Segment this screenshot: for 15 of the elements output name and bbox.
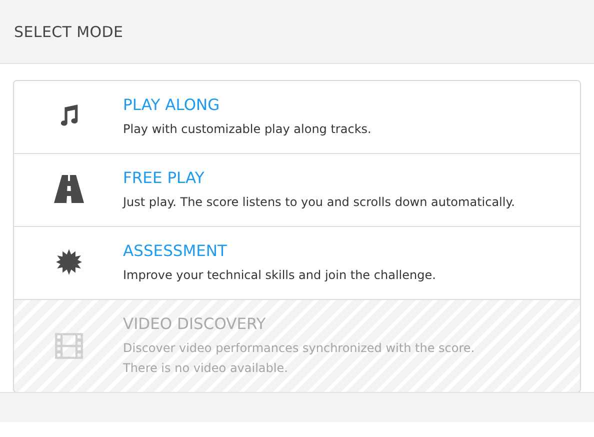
mode-title: FREE PLAY	[123, 168, 206, 189]
mode-description: There is no video available.	[123, 360, 289, 377]
mode-title: VIDEO DISCOVERY	[123, 314, 267, 335]
mode-description: Discover video performances synchronized with the score.	[123, 340, 475, 357]
mode-title: ASSESSMENT	[123, 241, 228, 262]
starburst-icon	[54, 248, 82, 276]
header-title: SELECT MODE	[14, 22, 124, 40]
mode-row[interactable]: PLAY ALONG Play with customizable play along tracks.	[14, 81, 580, 154]
mode-title: PLAY ALONG	[123, 95, 221, 116]
film-icon	[54, 331, 84, 361]
mode-row[interactable]: FREE PLAY Just play. The score listens to you and scrolls down automatically.	[14, 154, 580, 227]
mode-description: Play with customizable play along tracks.	[123, 121, 372, 138]
mode-description: Improve your technical skills and join the challenge.	[123, 267, 436, 284]
road-icon	[52, 173, 84, 205]
mode-description: Just play. The score listens to you and scrolls down automatically.	[123, 194, 515, 211]
